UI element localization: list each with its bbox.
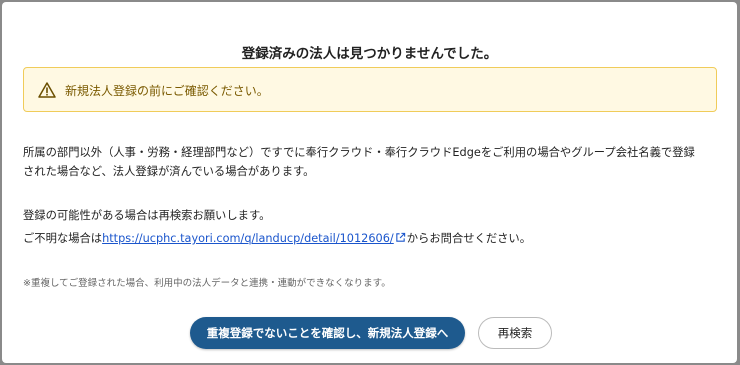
support-link[interactable]: https://ucphc.tayori.com/q/landucp/detai… <box>102 232 394 245</box>
info-paragraph-line-2: された場合など、法人登録が済んでいる場合があります。 <box>23 165 315 178</box>
contact-prefix: ご不明な場合は <box>23 232 103 245</box>
confirm-new-registration-button[interactable]: 重複登録でないことを確認し、新規法人登録へ <box>190 317 465 349</box>
dialog: 登録済みの法人は見つかりませんでした。 新規法人登録の前にご確認ください。 所属… <box>2 2 737 363</box>
contact-suffix: からお問合せください。 <box>406 232 532 245</box>
info-paragraph-line-1: 所属の部門以外（人事・労務・経理部門など）ですでに奉行クラウド・奉行クラウドEd… <box>23 146 695 159</box>
research-paragraph: 登録の可能性がある場合は再検索お願いします。 <box>23 209 271 222</box>
external-link-icon[interactable] <box>395 232 406 243</box>
info-paragraph: 所属の部門以外（人事・労務・経理部門など）ですでに奉行クラウド・奉行クラウドEd… <box>23 143 723 181</box>
contact-paragraph: ご不明な場合はhttps://ucphc.tayori.com/q/landuc… <box>23 229 723 248</box>
dialog-title: 登録済みの法人は見つかりませんでした。 <box>241 46 498 62</box>
research-button[interactable]: 再検索 <box>478 317 552 349</box>
alert-text: 新規法人登録の前にご確認ください。 <box>65 84 269 98</box>
warning-icon <box>38 82 56 98</box>
duplicate-note: ※重複してご登録された場合、利用中の法人データと連携・連動ができなくなります。 <box>23 278 391 289</box>
warning-alert: 新規法人登録の前にご確認ください。 <box>23 67 717 112</box>
